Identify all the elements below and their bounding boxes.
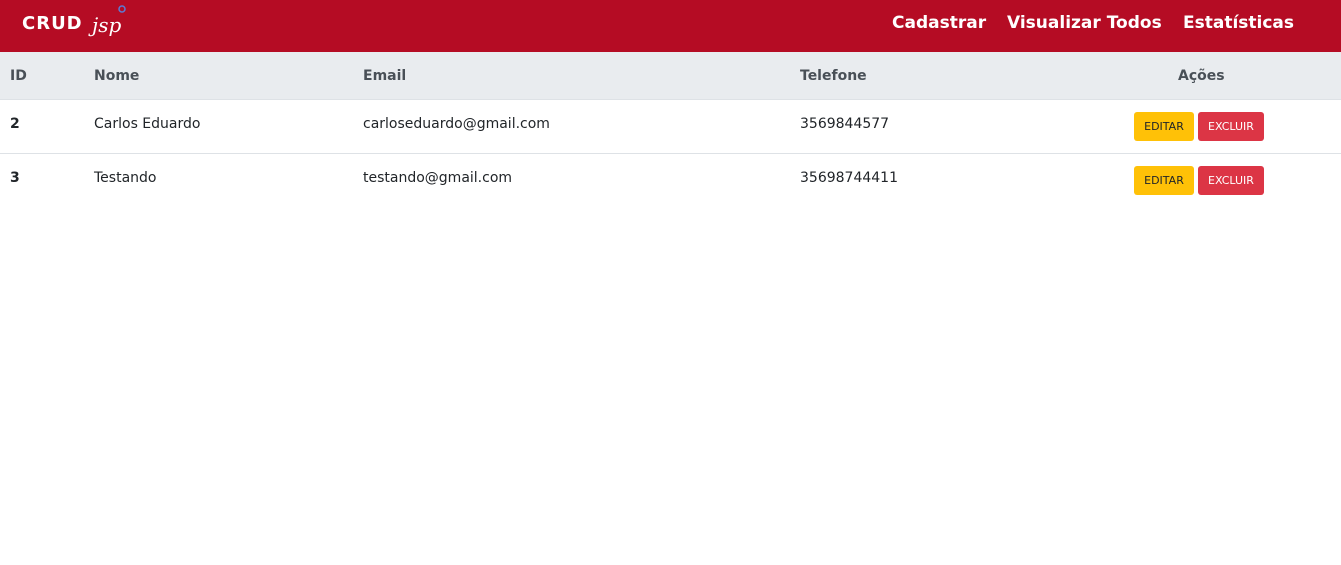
delete-button[interactable]: EXCLUIR [1198, 166, 1264, 195]
brand-accent-icon [118, 5, 126, 13]
brand-logo[interactable]: CRUD jsp [22, 5, 142, 42]
header-email: Email [363, 68, 407, 84]
edit-button[interactable]: EDITAR [1134, 166, 1194, 195]
nav-link-estatisticas[interactable]: Estatísticas [1183, 13, 1294, 33]
cell-telefone: 3569844577 [800, 116, 890, 132]
header-acoes: Ações [1178, 68, 1225, 84]
cell-email: carloseduardo@gmail.com [363, 116, 550, 132]
header-id: ID [10, 68, 27, 84]
cell-nome: Testando [94, 170, 157, 186]
navbar: CRUD jsp Cadastrar Visualizar Todos Esta… [0, 0, 1341, 52]
brand-crud-text: CRUD [22, 13, 83, 34]
brand-jsp-text: jsp [92, 13, 122, 37]
cell-telefone: 35698744411 [800, 170, 898, 186]
header-nome: Nome [94, 68, 140, 84]
table-header: ID Nome Email Telefone Ações [0, 52, 1341, 100]
cell-id: 2 [10, 116, 20, 132]
nav-link-cadastrar[interactable]: Cadastrar [892, 13, 986, 33]
cell-id: 3 [10, 170, 20, 186]
cell-email: testando@gmail.com [363, 170, 513, 186]
delete-button[interactable]: EXCLUIR [1198, 112, 1264, 141]
table-row: 2 Carlos Eduardo carloseduardo@gmail.com… [0, 100, 1341, 154]
nav-link-visualizar-todos[interactable]: Visualizar Todos [1007, 13, 1162, 33]
table-row: 3 Testando testando@gmail.com 3569874441… [0, 154, 1341, 207]
header-telefone: Telefone [800, 68, 867, 84]
edit-button[interactable]: EDITAR [1134, 112, 1194, 141]
cell-nome: Carlos Eduardo [94, 116, 201, 132]
